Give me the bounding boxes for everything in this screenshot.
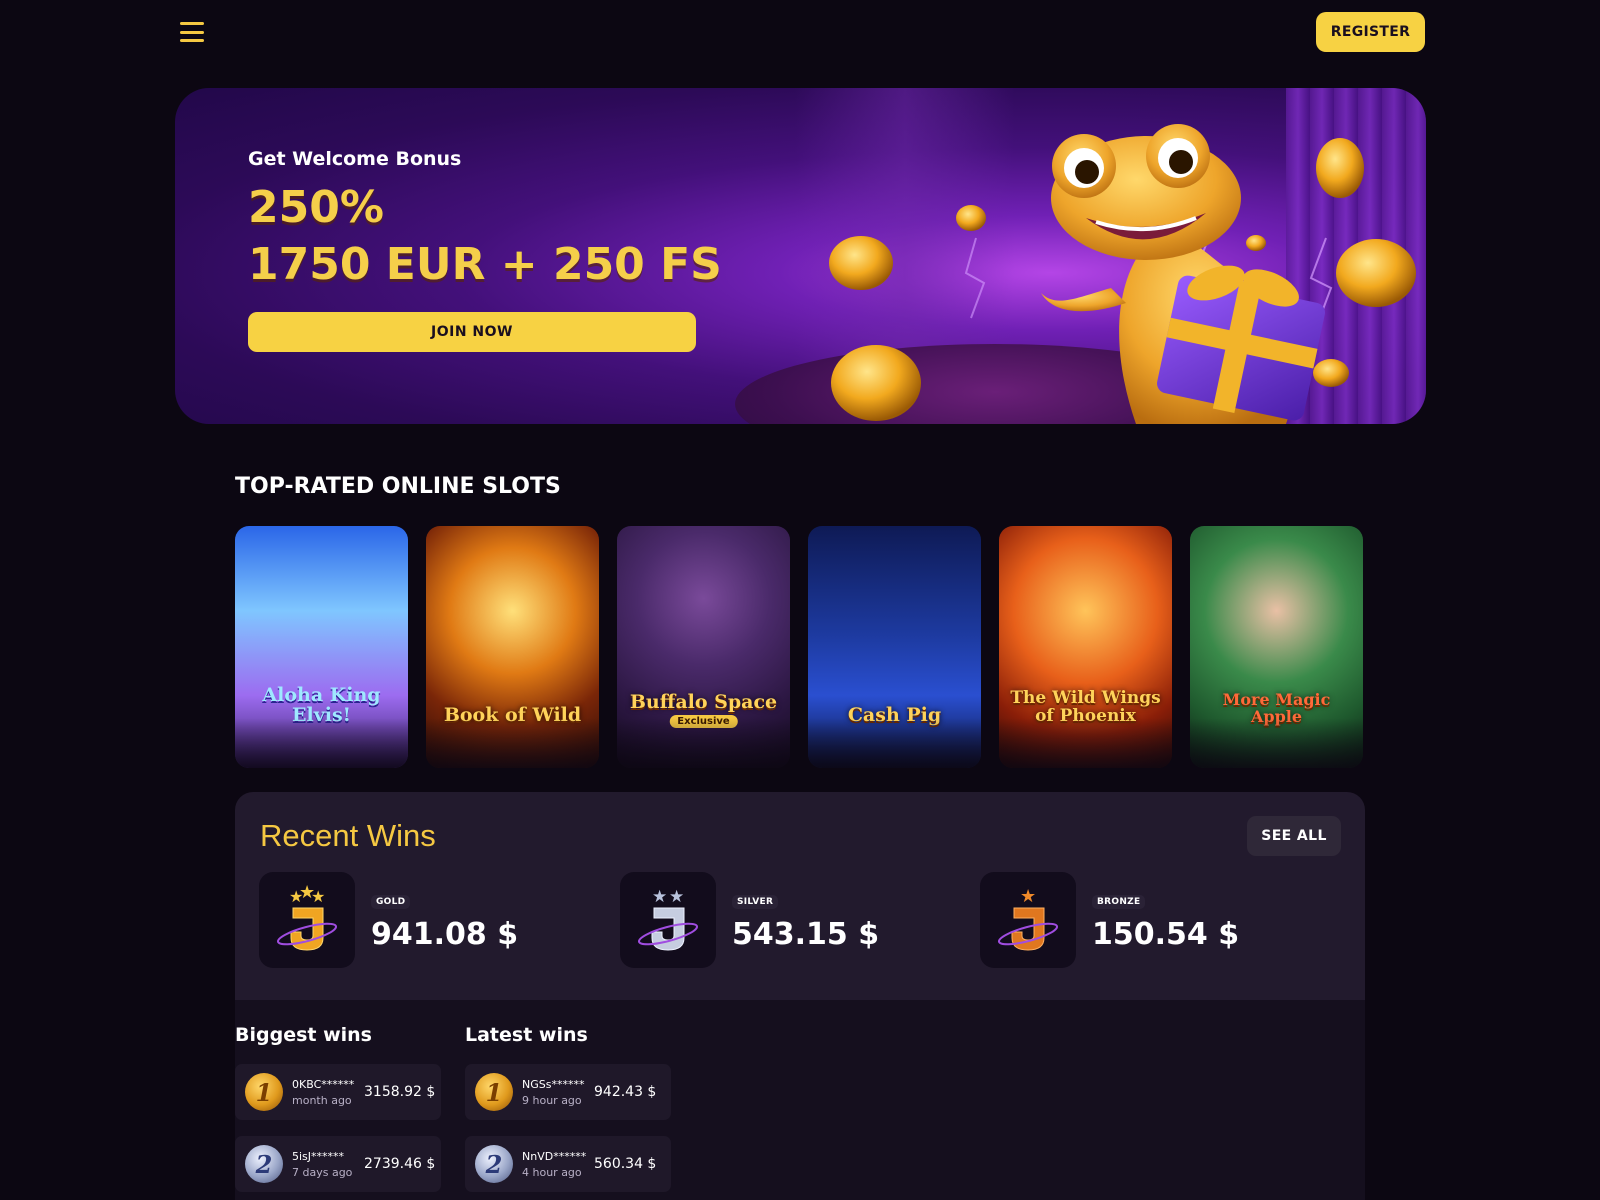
see-all-button[interactable]: SEE ALL xyxy=(1247,816,1341,856)
slots-section-title: TOP-RATED ONLINE SLOTS xyxy=(235,474,561,499)
silver-tier: ★ ★ SILVER 543.15 $ xyxy=(620,872,879,968)
register-button[interactable]: REGISTER xyxy=(1316,12,1425,52)
win-amount: 942.43 $ xyxy=(594,1084,657,1100)
slot-card[interactable]: More Magic Apple xyxy=(1190,526,1363,768)
recent-wins-title: Recent Wins xyxy=(260,818,436,853)
tier-label-bronze: BRONZE xyxy=(1092,894,1146,909)
slot-card[interactable]: The Wild Wings of Phoenix xyxy=(999,526,1172,768)
list-item[interactable]: 2 5isJ****** 7 days ago 2739.46 $ xyxy=(235,1136,441,1192)
tier-amount-gold: 941.08 $ xyxy=(371,916,519,952)
bronze-trophy-icon: ★ xyxy=(980,872,1076,968)
win-time: month ago xyxy=(292,1093,352,1107)
win-time: 7 days ago xyxy=(292,1165,353,1179)
win-username: NGSs****** xyxy=(522,1077,585,1091)
rank-2-medal-icon: 2 xyxy=(475,1145,513,1183)
win-amount: 3158.92 $ xyxy=(364,1084,436,1100)
silver-trophy-icon: ★ ★ xyxy=(620,872,716,968)
welcome-bonus-banner[interactable]: Get Welcome Bonus 250% 1750 EUR + 250 FS… xyxy=(175,88,1426,424)
bonus-amount: 1750 EUR + 250 FS xyxy=(248,239,722,290)
svg-text:★: ★ xyxy=(669,887,684,907)
win-time: 4 hour ago xyxy=(522,1165,582,1179)
gecko-mascot-illustration xyxy=(829,124,1416,424)
bonus-percent: 250% xyxy=(248,182,384,233)
tier-amount-silver: 543.15 $ xyxy=(732,916,880,952)
list-item[interactable]: 1 NGSs****** 9 hour ago 942.43 $ xyxy=(465,1064,671,1120)
biggest-wins-section: Biggest wins 1 0KBC****** month ago 3158… xyxy=(235,1024,441,1192)
rank-1-medal-icon: 1 xyxy=(245,1073,283,1111)
win-amount: 2739.46 $ xyxy=(364,1156,436,1172)
hamburger-menu-icon[interactable] xyxy=(180,20,204,44)
slot-card[interactable]: Buffalo Space Exclusive xyxy=(617,526,790,768)
slots-carousel: Aloha King Elvis! Book of Wild Buffalo S… xyxy=(235,526,1363,768)
win-time: 9 hour ago xyxy=(522,1093,582,1107)
svg-text:★: ★ xyxy=(652,887,667,907)
win-username: 5isJ****** xyxy=(292,1149,345,1163)
slot-card[interactable]: Cash Pig xyxy=(808,526,981,768)
svg-text:★: ★ xyxy=(1020,886,1036,907)
gold-trophy-icon: ★ ★ ★ xyxy=(259,872,355,968)
slot-card[interactable]: Aloha King Elvis! xyxy=(235,526,408,768)
join-now-button[interactable]: JOIN NOW xyxy=(248,312,696,352)
win-amount: 560.34 $ xyxy=(594,1156,657,1172)
win-username: 0KBC****** xyxy=(292,1077,355,1091)
biggest-wins-title: Biggest wins xyxy=(235,1024,372,1046)
bonus-subtitle: Get Welcome Bonus xyxy=(248,148,462,170)
slot-card[interactable]: Book of Wild xyxy=(426,526,599,768)
rank-1-medal-icon: 1 xyxy=(475,1073,513,1111)
win-username: NnVD****** xyxy=(522,1149,587,1163)
tier-label-silver: SILVER xyxy=(732,894,779,909)
svg-text:★: ★ xyxy=(311,887,325,906)
tier-amount-bronze: 150.54 $ xyxy=(1092,916,1240,952)
latest-wins-title: Latest wins xyxy=(465,1024,588,1046)
list-item[interactable]: 1 0KBC****** month ago 3158.92 $ xyxy=(235,1064,441,1120)
gold-tier: ★ ★ ★ GOLD 941.08 $ xyxy=(259,872,518,968)
latest-wins-section: Latest wins 1 NGSs****** 9 hour ago 942.… xyxy=(465,1024,671,1192)
list-item[interactable]: 2 NnVD****** 4 hour ago 560.34 $ xyxy=(465,1136,671,1192)
rank-2-medal-icon: 2 xyxy=(245,1145,283,1183)
bronze-tier: ★ BRONZE 150.54 $ xyxy=(980,872,1239,968)
slot-title: Buffalo Space xyxy=(629,691,778,714)
recent-wins-panel: Recent Wins SEE ALL ★ ★ ★ GOLD 941.08 $ … xyxy=(235,792,1365,1000)
tier-label-gold: GOLD xyxy=(371,894,411,909)
